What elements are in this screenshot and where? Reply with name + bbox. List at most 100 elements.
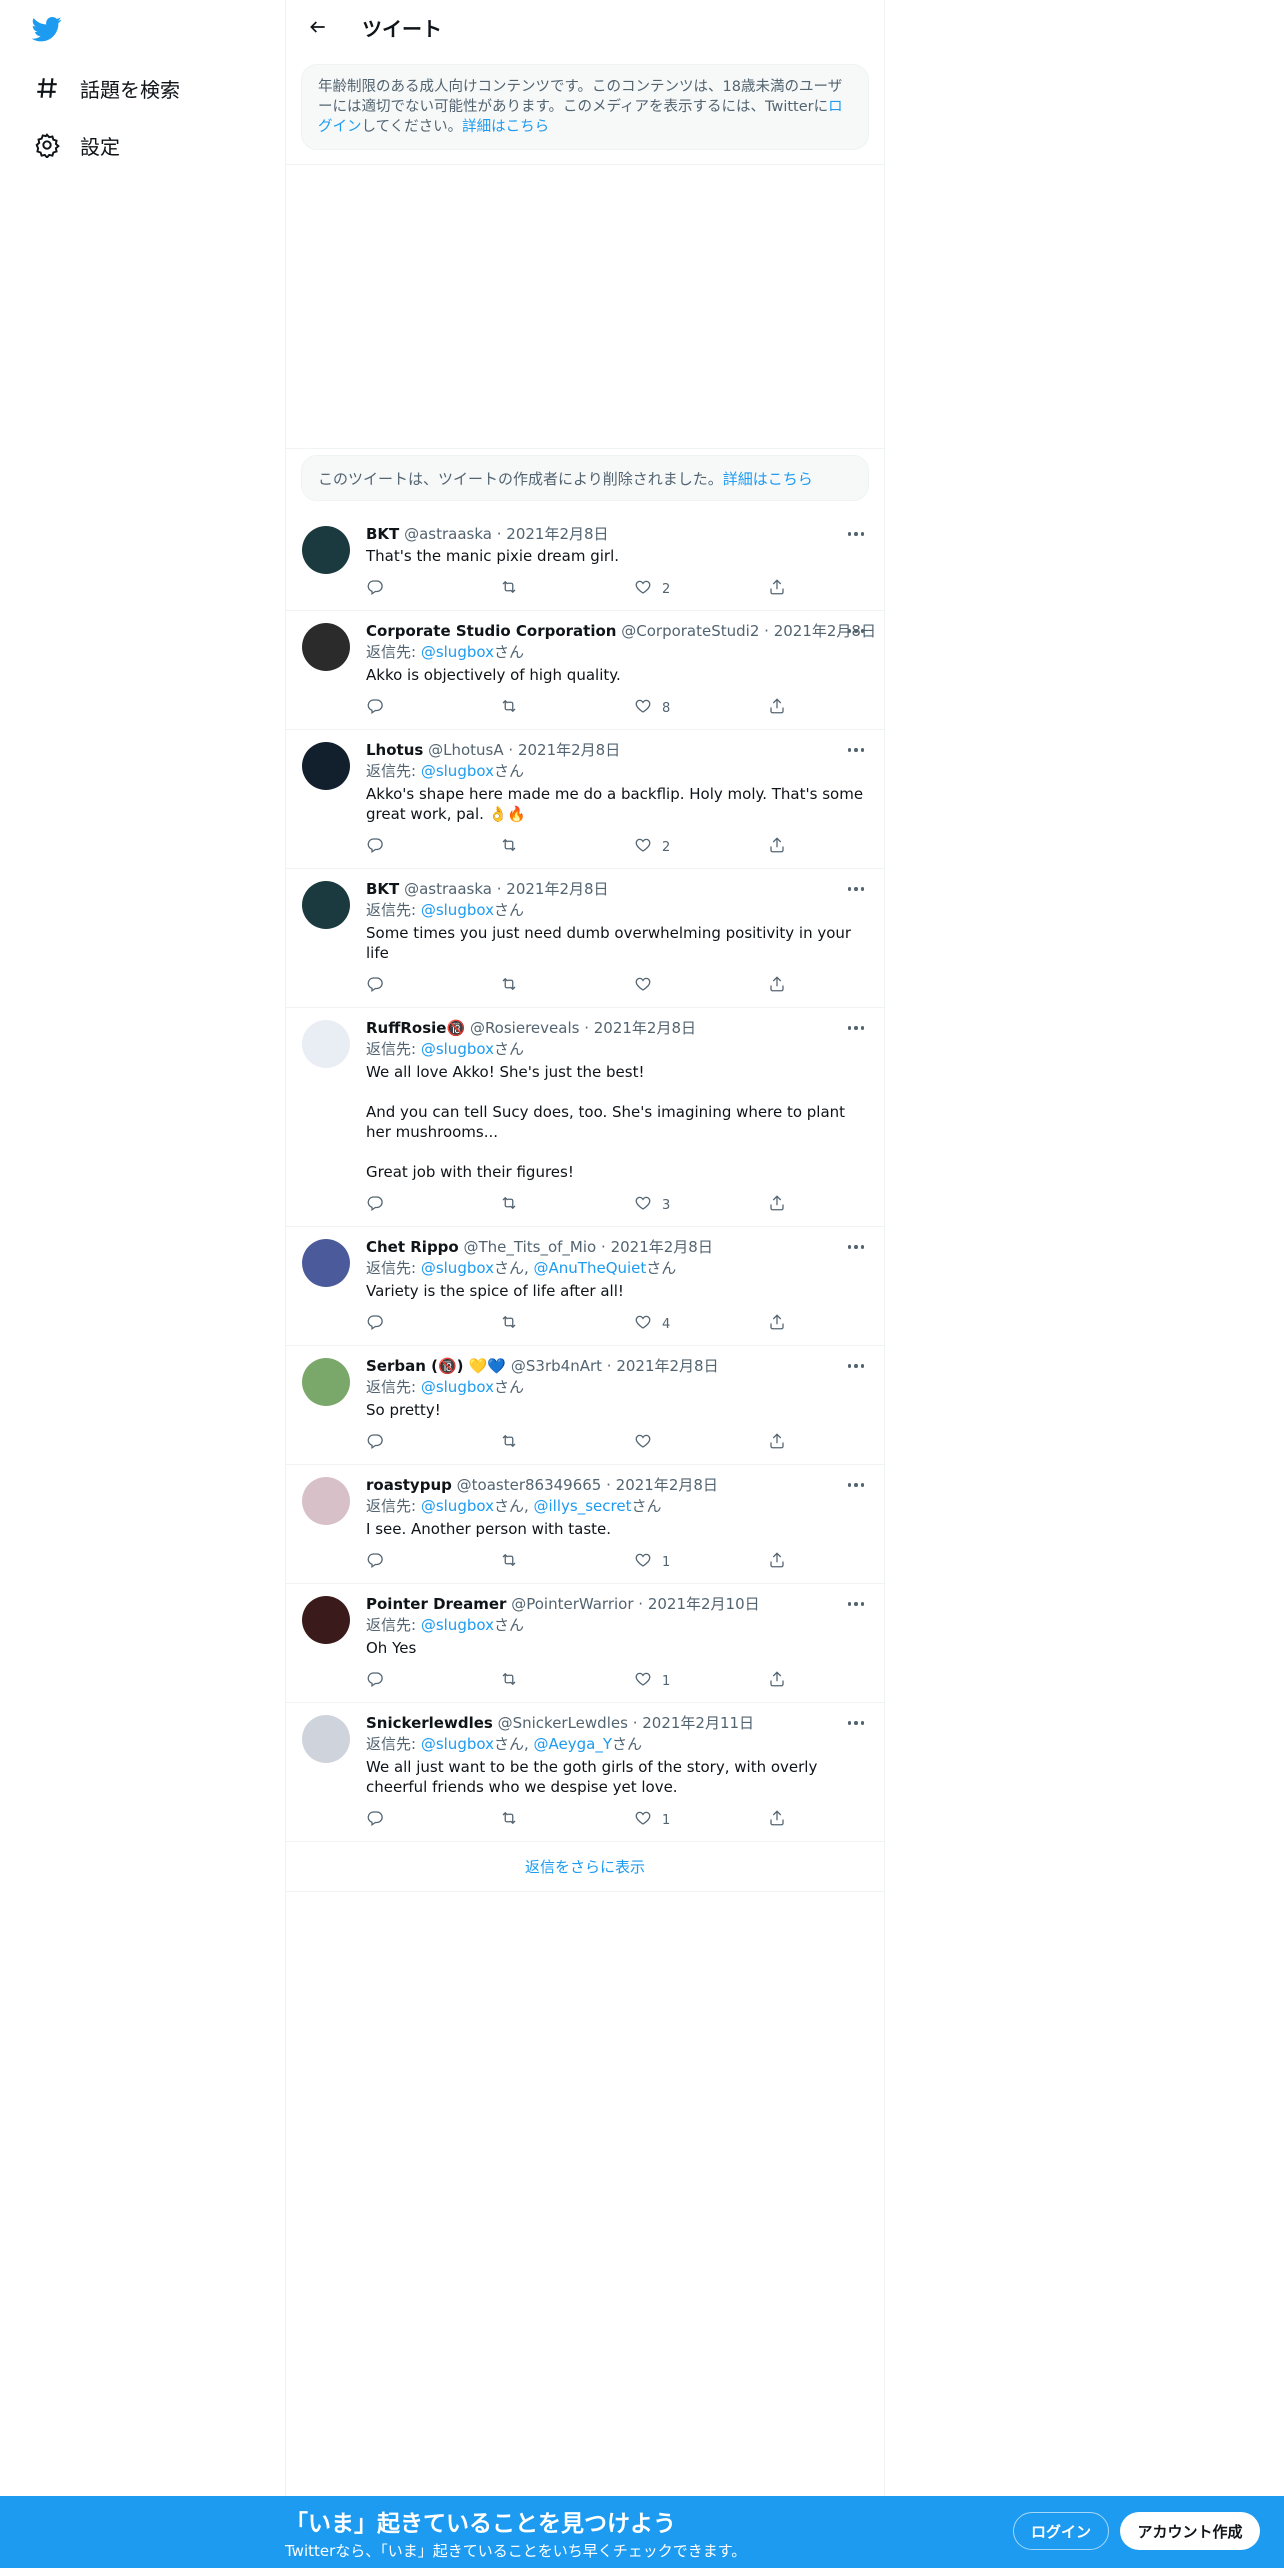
display-name[interactable]: Corporate Studio Corporation	[366, 622, 616, 640]
like-button[interactable]: 3	[634, 1194, 768, 1216]
more-options-icon[interactable]	[844, 1713, 868, 1733]
retweet-button[interactable]	[500, 975, 634, 997]
reply-tweet[interactable]: RuffRosie🔞 @Rosiereveals · 2021年2月8日 返信先…	[286, 1008, 884, 1227]
reply-button[interactable]	[366, 578, 500, 600]
reply-tweet[interactable]: BKT @astraaska · 2021年2月8日 返信先: @slugbox…	[286, 869, 884, 1008]
display-name[interactable]: RuffRosie🔞	[366, 1019, 465, 1037]
display-name[interactable]: Chet Rippo	[366, 1238, 459, 1256]
retweet-button[interactable]	[500, 1670, 634, 1692]
handle[interactable]: @SnickerLewdles	[498, 1714, 628, 1732]
more-options-icon[interactable]	[844, 524, 868, 544]
reply-tweet[interactable]: Lhotus @LhotusA · 2021年2月8日 返信先: @slugbo…	[286, 730, 884, 869]
reply-button[interactable]	[366, 1809, 500, 1831]
retweet-button[interactable]	[500, 1432, 634, 1454]
handle[interactable]: @S3rb4nArt	[511, 1357, 602, 1375]
reply-tweet[interactable]: Snickerlewdles @SnickerLewdles · 2021年2月…	[286, 1703, 884, 1842]
reply-button[interactable]	[366, 1194, 500, 1216]
reply-button[interactable]	[366, 836, 500, 858]
mention-link[interactable]: @slugbox	[421, 1040, 494, 1058]
mention-link[interactable]: @AnuTheQuiet	[534, 1259, 647, 1277]
share-button[interactable]	[768, 1194, 808, 1216]
mention-link[interactable]: @slugbox	[421, 1616, 494, 1634]
mention-link[interactable]: @slugbox	[421, 1378, 494, 1396]
share-button[interactable]	[768, 836, 808, 858]
display-name[interactable]: Serban (🔞) 💛💙	[366, 1357, 506, 1375]
reply-tweet[interactable]: Corporate Studio Corporation @CorporateS…	[286, 611, 884, 730]
retweet-button[interactable]	[500, 836, 634, 858]
deleted-learn-more-link[interactable]: 詳細はこちら	[723, 470, 813, 488]
share-button[interactable]	[768, 975, 808, 997]
mention-link[interactable]: @Aeyga_Y	[534, 1735, 612, 1753]
display-name[interactable]: Lhotus	[366, 741, 423, 759]
reply-tweet[interactable]: roastypup @toaster86349665 · 2021年2月8日 返…	[286, 1465, 884, 1584]
handle[interactable]: @toaster86349665	[457, 1476, 602, 1494]
reply-button[interactable]	[366, 1313, 500, 1335]
timestamp[interactable]: 2021年2月8日	[506, 880, 608, 898]
retweet-button[interactable]	[500, 1551, 634, 1573]
share-button[interactable]	[768, 1670, 808, 1692]
more-options-icon[interactable]	[844, 1594, 868, 1614]
mention-link[interactable]: @slugbox	[421, 643, 494, 661]
display-name[interactable]: roastypup	[366, 1476, 452, 1494]
reply-tweet[interactable]: BKT @astraaska · 2021年2月8日 That's the ma…	[286, 514, 884, 611]
show-more-replies-button[interactable]: 返信をさらに表示	[286, 1842, 884, 1892]
like-button[interactable]: 1	[634, 1670, 768, 1692]
reply-tweet[interactable]: Pointer Dreamer @PointerWarrior · 2021年2…	[286, 1584, 884, 1703]
more-options-icon[interactable]	[844, 1356, 868, 1376]
like-button[interactable]	[634, 975, 768, 997]
reply-button[interactable]	[366, 697, 500, 719]
handle[interactable]: @CorporateStudi2	[621, 622, 759, 640]
avatar[interactable]	[302, 1239, 350, 1287]
reply-button[interactable]	[366, 1670, 500, 1692]
retweet-button[interactable]	[500, 578, 634, 600]
handle[interactable]: @astraaska	[404, 525, 492, 543]
more-options-icon[interactable]	[844, 1018, 868, 1038]
handle[interactable]: @Rosiereveals	[470, 1019, 579, 1037]
more-options-icon[interactable]	[844, 879, 868, 899]
display-name[interactable]: BKT	[366, 880, 399, 898]
handle[interactable]: @The_Tits_of_Mio	[464, 1238, 597, 1256]
more-options-icon[interactable]	[844, 621, 868, 641]
timestamp[interactable]: 2021年2月8日	[518, 741, 620, 759]
learn-more-link[interactable]: 詳細はこちら	[462, 119, 549, 135]
more-options-icon[interactable]	[844, 1237, 868, 1257]
sidebar-item-explore[interactable]: 話題を検索	[30, 68, 180, 108]
avatar[interactable]	[302, 1020, 350, 1068]
share-button[interactable]	[768, 578, 808, 600]
avatar[interactable]	[302, 742, 350, 790]
handle[interactable]: @LhotusA	[428, 741, 504, 759]
signup-button[interactable]: アカウント作成	[1120, 2512, 1260, 2550]
like-button[interactable]: 4	[634, 1313, 768, 1335]
retweet-button[interactable]	[500, 697, 634, 719]
timestamp[interactable]: 2021年2月11日	[642, 1714, 754, 1732]
like-button[interactable]: 1	[634, 1551, 768, 1573]
twitter-logo-icon[interactable]	[30, 14, 66, 46]
handle[interactable]: @PointerWarrior	[511, 1595, 633, 1613]
share-button[interactable]	[768, 697, 808, 719]
avatar[interactable]	[302, 1596, 350, 1644]
like-button[interactable]: 2	[634, 836, 768, 858]
share-button[interactable]	[768, 1809, 808, 1831]
share-button[interactable]	[768, 1551, 808, 1573]
timestamp[interactable]: 2021年2月10日	[648, 1595, 760, 1613]
like-button[interactable]: 8	[634, 697, 768, 719]
retweet-button[interactable]	[500, 1809, 634, 1831]
mention-link[interactable]: @slugbox	[421, 1735, 494, 1753]
handle[interactable]: @astraaska	[404, 880, 492, 898]
avatar[interactable]	[302, 1358, 350, 1406]
timestamp[interactable]: 2021年2月8日	[594, 1019, 696, 1037]
retweet-button[interactable]	[500, 1194, 634, 1216]
avatar[interactable]	[302, 526, 350, 574]
more-options-icon[interactable]	[844, 1475, 868, 1495]
mention-link[interactable]: @slugbox	[421, 901, 494, 919]
timestamp[interactable]: 2021年2月8日	[506, 525, 608, 543]
like-button[interactable]: 1	[634, 1809, 768, 1831]
reply-button[interactable]	[366, 975, 500, 997]
avatar[interactable]	[302, 1477, 350, 1525]
timestamp[interactable]: 2021年2月8日	[616, 1357, 718, 1375]
avatar[interactable]	[302, 623, 350, 671]
avatar[interactable]	[302, 1715, 350, 1763]
login-button[interactable]: ログイン	[1013, 2512, 1109, 2550]
reply-button[interactable]	[366, 1432, 500, 1454]
more-options-icon[interactable]	[844, 740, 868, 760]
